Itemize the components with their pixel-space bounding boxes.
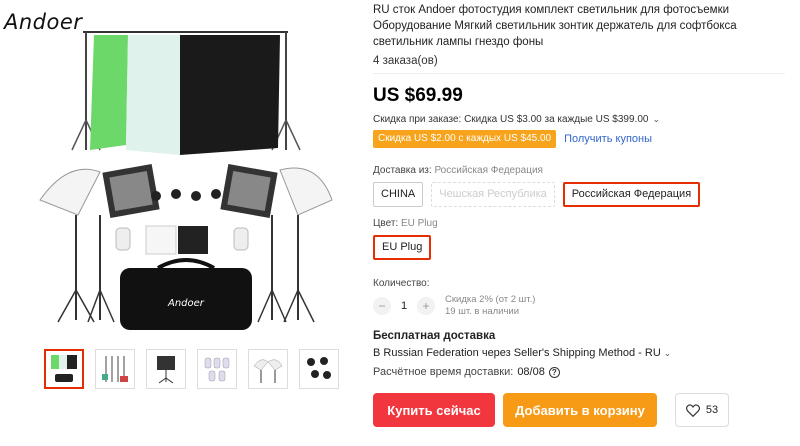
- thumbnail-5[interactable]: [248, 349, 288, 389]
- orders-count: 4 заказа(ов): [373, 55, 438, 67]
- shipping-method-text: В Russian Federation через Seller's Ship…: [373, 347, 661, 359]
- product-gallery: Andoer Andoer: [0, 0, 370, 446]
- color-selected: EU Plug: [400, 218, 438, 229]
- store-discount[interactable]: Скидка при заказе: Скидка US $3.00 за ка…: [373, 114, 793, 125]
- svg-text:Andoer: Andoer: [167, 298, 205, 309]
- add-to-cart-button[interactable]: Добавить в корзину: [503, 393, 657, 427]
- thumbnail-3[interactable]: [146, 349, 186, 389]
- chevron-down-icon[interactable]: ⌄: [664, 348, 672, 359]
- thumbnail-strip: [44, 349, 339, 389]
- stock-note: 19 шт. в наличии: [445, 306, 520, 317]
- quantity-label: Количество:: [373, 278, 430, 289]
- quantity-input[interactable]: 1: [391, 300, 417, 312]
- divider: [373, 73, 785, 74]
- quantity-decrease-button[interactable]: −: [373, 297, 391, 315]
- product-price: US $69.99: [373, 85, 463, 106]
- get-coupons-link[interactable]: Получить купоны: [564, 133, 652, 145]
- wishlist-button[interactable]: 53: [675, 393, 729, 427]
- coupon-badge: Скидка US $2.00 с каждых US $45.00: [373, 130, 557, 148]
- buy-now-button[interactable]: Купить сейчас: [373, 393, 495, 427]
- product-main-image[interactable]: Andoer: [28, 0, 348, 340]
- ship-from-label: Доставка из: Российская Федерация: [373, 165, 793, 176]
- coupon-row: Скидка US $2.00 с каждых US $45.00 Получ…: [373, 130, 793, 148]
- ship-from-option-russia[interactable]: Российская Федерация: [562, 182, 701, 207]
- purchase-actions: Купить сейчас Добавить в корзину 53: [373, 393, 793, 427]
- thumbnail-1[interactable]: [44, 349, 84, 389]
- color-option-eu-plug[interactable]: EU Plug: [373, 235, 432, 260]
- quantity-stepper: − 1 + Скидка 2% (от 2 шт.) 19 шт. в нали…: [373, 294, 793, 318]
- ship-from-selected: Российская Федерация: [434, 165, 543, 176]
- bulk-discount-note: Скидка 2% (от 2 шт.): [445, 294, 536, 305]
- quantity-notes: Скидка 2% (от 2 шт.) 19 шт. в наличии: [445, 294, 535, 318]
- store-discount-text: Скидка при заказе: Скидка US $3.00 за ка…: [373, 114, 649, 125]
- color-options: EU Plug: [373, 235, 793, 260]
- product-info-panel: RU сток Andoer фотостудия комплект свети…: [373, 0, 793, 427]
- ship-from-option-china[interactable]: CHINA: [373, 182, 424, 207]
- heart-icon: [685, 403, 700, 417]
- thumbnail-6[interactable]: [299, 349, 339, 389]
- shipping-method-selector[interactable]: В Russian Federation через Seller's Ship…: [373, 347, 793, 359]
- help-icon[interactable]: ?: [548, 366, 560, 378]
- color-label: Цвет: EU Plug: [373, 218, 793, 229]
- delivery-estimate: Расчётное время доставки: 08/08 ?: [373, 366, 793, 378]
- ship-from-label-text: Доставка из:: [373, 165, 432, 176]
- color-label-text: Цвет:: [373, 218, 399, 229]
- thumbnail-4[interactable]: [197, 349, 237, 389]
- thumbnail-2[interactable]: [95, 349, 135, 389]
- product-title: RU сток Andoer фотостудия комплект свети…: [373, 4, 737, 48]
- delivery-estimate-label: Расчётное время доставки:: [373, 366, 514, 378]
- chevron-down-icon[interactable]: ⌄: [652, 114, 660, 125]
- quantity-increase-button[interactable]: +: [417, 297, 435, 315]
- wishlist-count: 53: [705, 404, 719, 416]
- delivery-estimate-date: 08/08: [517, 366, 545, 378]
- ship-from-option-czech: Чешская Республика: [431, 182, 555, 207]
- ship-from-options: CHINA Чешская Республика Российская Феде…: [373, 182, 793, 207]
- free-shipping-title: Бесплатная доставка: [373, 330, 496, 342]
